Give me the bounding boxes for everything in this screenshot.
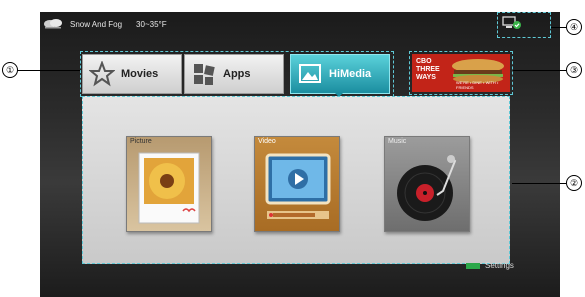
callout-1: ① bbox=[2, 62, 18, 78]
tab-apps-label: Apps bbox=[223, 68, 251, 80]
callout-line-3 bbox=[513, 70, 566, 71]
tab-movies-label: Movies bbox=[121, 68, 159, 80]
callout-line-4 bbox=[551, 27, 566, 28]
weather-text: Snow And Fog bbox=[70, 19, 123, 29]
cloud-fog-icon bbox=[44, 19, 62, 29]
callout-2: ② bbox=[566, 175, 582, 191]
callout-4: ④ bbox=[566, 19, 582, 35]
star-icon bbox=[89, 61, 115, 87]
settings-hint[interactable]: Settings bbox=[466, 261, 514, 270]
ad-highlight bbox=[409, 51, 513, 95]
device-highlight bbox=[497, 12, 551, 38]
tab-apps[interactable]: Apps bbox=[184, 54, 284, 94]
media-panel-highlight bbox=[82, 96, 510, 264]
callout-line-2 bbox=[512, 183, 566, 184]
settings-label: Settings bbox=[485, 261, 514, 270]
green-key-icon bbox=[466, 262, 480, 269]
tab-movies[interactable]: Movies bbox=[82, 54, 182, 94]
tab-himedia-label: HiMedia bbox=[329, 68, 372, 80]
temperature-text: 30~35°F bbox=[136, 19, 167, 29]
image-icon bbox=[299, 64, 321, 83]
tab-himedia[interactable]: HiMedia bbox=[290, 54, 390, 94]
weather-widget: Snow And Fog 30~35°F bbox=[42, 16, 167, 32]
apps-grid-icon bbox=[194, 64, 215, 85]
callout-line-1 bbox=[16, 70, 80, 71]
callout-3: ③ bbox=[566, 62, 582, 78]
